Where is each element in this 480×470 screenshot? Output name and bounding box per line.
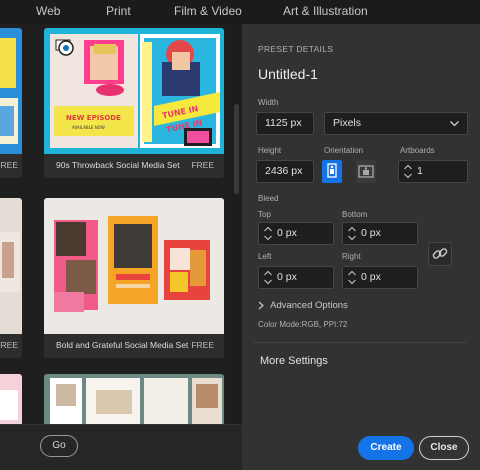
landscape-orientation-button[interactable]: [356, 160, 376, 183]
artboards-field[interactable]: 1: [398, 160, 468, 183]
stepper-icon[interactable]: [263, 225, 273, 242]
close-button[interactable]: Close: [419, 436, 469, 460]
height-field[interactable]: 2436 px: [256, 160, 314, 183]
document-name[interactable]: Untitled-1: [258, 66, 318, 82]
orientation-label: Orientation: [324, 146, 364, 155]
category-tab-bar: Web Print Film & Video Art & Illustratio…: [0, 0, 480, 24]
template-card-partial[interactable]: [44, 374, 224, 424]
svg-text:NEW EPISODE: NEW EPISODE: [66, 114, 121, 122]
tab-art-illustration[interactable]: Art & Illustration: [283, 4, 368, 18]
template-title: 90s Throwback Social Media Set: [56, 160, 180, 170]
portrait-icon: [327, 163, 337, 178]
units-value: Pixels: [333, 117, 362, 129]
svg-text:AVAILABLE NOW: AVAILABLE NOW: [72, 125, 105, 130]
color-mode-info: Color Mode:RGB, PPI:72: [258, 320, 348, 329]
create-button[interactable]: Create: [358, 436, 414, 460]
template-thumbnail: [44, 374, 224, 424]
link-icon: [432, 248, 448, 259]
bleed-top-value: 0 px: [277, 227, 297, 239]
bleed-label: Bleed: [258, 194, 279, 203]
free-badge: FREE: [0, 340, 18, 350]
template-card-bold-grateful[interactable]: Bold and Grateful Social Media Set FREE: [44, 198, 224, 358]
chevron-down-icon: [450, 121, 459, 127]
units-dropdown[interactable]: Pixels: [324, 112, 468, 135]
template-thumbnail: [0, 28, 22, 154]
template-thumbnail: [44, 198, 224, 334]
free-badge: FREE: [0, 160, 18, 170]
tab-web[interactable]: Web: [36, 4, 60, 18]
template-title: Bold and Grateful Social Media Set: [56, 340, 189, 350]
preset-details-header: PRESET DETAILS: [258, 44, 334, 54]
bleed-top-field[interactable]: 0 px: [258, 222, 334, 245]
bleed-bottom-label: Bottom: [342, 210, 368, 219]
more-settings-button[interactable]: More Settings: [260, 355, 328, 367]
height-label: Height: [258, 146, 282, 155]
stepper-icon[interactable]: [347, 269, 357, 286]
template-thumbnail: [0, 198, 22, 334]
template-card-90s-throwback[interactable]: NEW EPISODE AVAILABLE NOW TUNE IN TUNE I…: [44, 28, 224, 178]
bleed-right-field[interactable]: 0 px: [342, 266, 418, 289]
stepper-icon[interactable]: [263, 269, 273, 286]
bleed-bottom-field[interactable]: 0 px: [342, 222, 418, 245]
chevron-right-icon: [258, 301, 264, 310]
portrait-orientation-button[interactable]: [322, 160, 342, 183]
template-thumbnail: NEW EPISODE AVAILABLE NOW TUNE IN TUNE I…: [44, 28, 224, 154]
link-bleed-button[interactable]: [428, 242, 452, 266]
template-gallery: FREE FREE NEW EPISODE A: [0, 24, 232, 424]
scrollbar-thumb[interactable]: [234, 104, 239, 194]
divider: [254, 342, 466, 343]
gallery-search-bar: Go: [0, 424, 242, 470]
advanced-options-label: Advanced Options: [270, 300, 348, 311]
width-field[interactable]: 1125 px: [256, 112, 314, 135]
gallery-scrollbar[interactable]: [232, 24, 242, 424]
bleed-left-label: Left: [258, 252, 272, 261]
tab-film-video[interactable]: Film & Video: [174, 4, 242, 18]
template-thumbnail: [0, 374, 22, 424]
template-card-partial[interactable]: FREE: [0, 28, 22, 178]
go-button[interactable]: Go: [40, 435, 78, 457]
stepper-icon[interactable]: [403, 163, 413, 180]
template-card-partial[interactable]: FREE: [0, 198, 22, 358]
bleed-left-value: 0 px: [277, 271, 297, 283]
tab-print[interactable]: Print: [106, 4, 131, 18]
advanced-options-toggle[interactable]: Advanced Options: [258, 300, 348, 311]
artboards-label: Artboards: [400, 146, 435, 155]
stepper-icon[interactable]: [347, 225, 357, 242]
artboards-value: 1: [417, 165, 423, 177]
template-card-partial[interactable]: [0, 374, 22, 424]
preset-details-panel: PRESET DETAILS Untitled-1 Width 1125 px …: [242, 24, 480, 470]
bleed-right-value: 0 px: [361, 271, 381, 283]
free-badge: FREE: [191, 340, 214, 350]
bleed-top-label: Top: [258, 210, 271, 219]
bleed-left-field[interactable]: 0 px: [258, 266, 334, 289]
bleed-bottom-value: 0 px: [361, 227, 381, 239]
landscape-icon: [358, 165, 374, 178]
free-badge: FREE: [191, 160, 214, 170]
bleed-right-label: Right: [342, 252, 361, 261]
width-label: Width: [258, 98, 279, 107]
